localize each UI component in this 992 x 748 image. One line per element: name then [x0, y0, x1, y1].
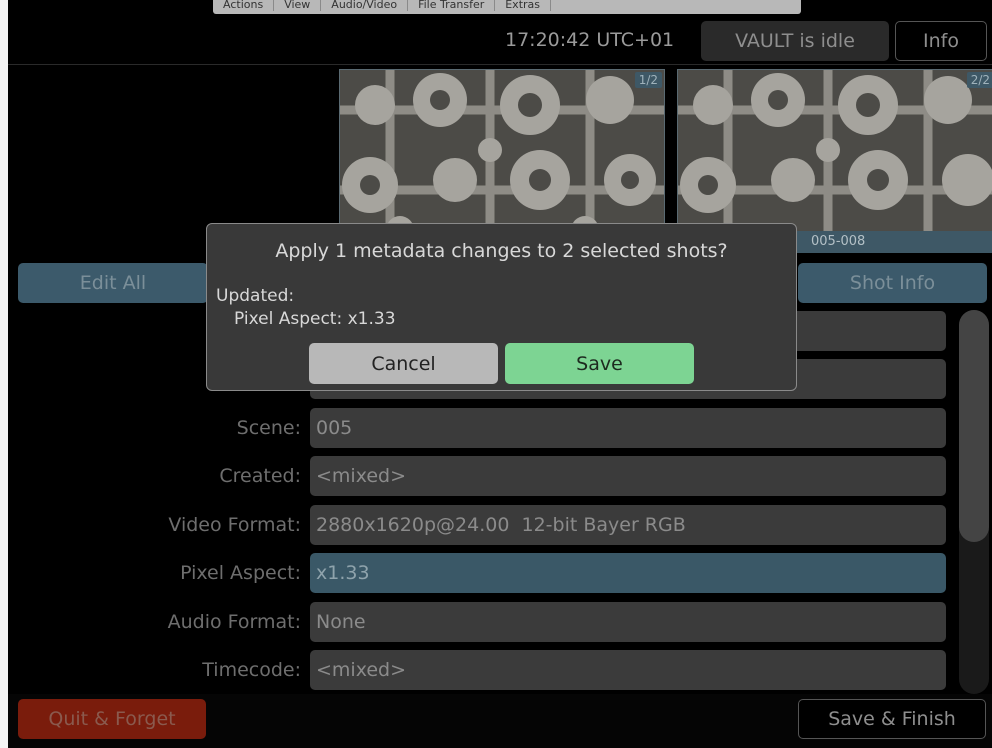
vault-status-button[interactable]: VAULT is idle [701, 21, 889, 61]
header-divider [8, 64, 992, 65]
pixel-aspect-field[interactable]: x1.33 [310, 553, 946, 593]
scene-label: Scene: [236, 417, 301, 439]
audio-format-label: Audio Format: [167, 611, 301, 633]
timecode-label: Timecode: [202, 659, 301, 681]
timecode-field[interactable]: <mixed> [310, 650, 946, 690]
quit-forget-button[interactable]: Quit & Forget [18, 699, 206, 739]
thumbnail-counter: 1/2 [634, 72, 662, 88]
pixel-aspect-label: Pixel Aspect: [180, 562, 301, 584]
scrollbar[interactable] [959, 310, 989, 694]
top-menu: Actions View Audio/Video File Transfer E… [213, 0, 801, 14]
created-field[interactable]: <mixed> [310, 456, 946, 496]
scene-field[interactable]: 005 [310, 408, 946, 448]
confirm-dialog: Apply 1 metadata changes to 2 selected s… [206, 223, 797, 391]
dialog-title: Apply 1 metadata changes to 2 selected s… [275, 240, 728, 262]
shot-info-button[interactable]: Shot Info [798, 263, 987, 303]
menu-view[interactable]: View [274, 0, 322, 11]
cancel-button[interactable]: Cancel [309, 343, 498, 384]
thumbnail-counter: 2/2 [966, 72, 992, 88]
info-button[interactable]: Info [895, 21, 987, 61]
save-finish-button[interactable]: Save & Finish [798, 699, 986, 739]
scrollbar-thumb[interactable] [959, 310, 989, 542]
save-button[interactable]: Save [505, 343, 694, 384]
video-format-label: Video Format: [168, 514, 301, 536]
app-window: Actions View Audio/Video File Transfer E… [8, 0, 992, 748]
audio-format-field[interactable]: None [310, 602, 946, 642]
menu-file-transfer[interactable]: File Transfer [408, 0, 496, 11]
menu-audio-video[interactable]: Audio/Video [321, 0, 409, 11]
video-format-field[interactable]: 2880x1620p@24.00 12-bit Bayer RGB [310, 505, 946, 545]
created-label: Created: [219, 465, 301, 487]
shot-thumbnail-2[interactable]: 2/2 [677, 69, 992, 236]
clock: 17:20:42 UTC+01 [505, 29, 675, 51]
test-chart-image [340, 70, 664, 235]
dialog-updated-label: Updated: [216, 286, 295, 306]
dialog-change-item: Pixel Aspect: x1.33 [234, 309, 396, 329]
menu-actions[interactable]: Actions [213, 0, 275, 11]
test-chart-image [678, 70, 992, 235]
shot-thumbnail-1[interactable]: 1/2 [339, 69, 665, 236]
edit-all-button[interactable]: Edit All [18, 263, 208, 303]
menu-extras[interactable]: Extras [495, 0, 552, 11]
